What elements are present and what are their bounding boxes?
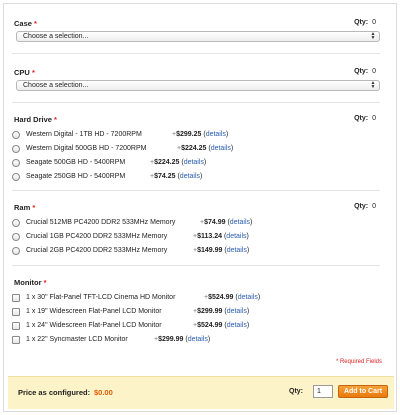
ram-option[interactable]: Crucial 512MB PC4200 DDR2 533MHz Memory … xyxy=(12,218,372,228)
monitor-title: Monitor * xyxy=(14,278,47,287)
radio-button[interactable] xyxy=(12,131,20,139)
monitor-option[interactable]: 1 x 24" Widescreen Flat-Panel LCD Monito… xyxy=(12,321,372,331)
monitor-section: Monitor * xyxy=(12,278,384,288)
radio-button[interactable] xyxy=(12,173,20,181)
details-link[interactable]: details xyxy=(227,308,247,315)
details-link[interactable]: details xyxy=(230,219,250,226)
radio-button[interactable] xyxy=(12,219,20,227)
checkbox[interactable] xyxy=(12,336,20,344)
hard-drive-option[interactable]: Seagate 250GB HD - 5400RPM +$74.25 (deta… xyxy=(12,172,372,182)
details-link[interactable]: details xyxy=(227,322,247,329)
divider xyxy=(12,102,380,103)
details-link[interactable]: details xyxy=(226,233,246,240)
case-title: Case * xyxy=(14,19,37,28)
case-select[interactable]: Choose a selection... ▲ ▼ xyxy=(16,31,380,42)
radio-button[interactable] xyxy=(12,247,20,255)
qty-input[interactable]: 1 xyxy=(313,385,333,398)
add-to-cart-bar: Price as configured: $0.00 Qty: 1 Add to… xyxy=(8,376,394,409)
monitor-option[interactable]: 1 x 22" Syncmaster LCD Monitor +$299.99 … xyxy=(12,335,372,345)
hard-drive-option[interactable]: Western Digital 500GB HD - 7200RPM +$224… xyxy=(12,144,372,154)
details-link[interactable]: details xyxy=(227,247,247,254)
radio-button[interactable] xyxy=(12,145,20,153)
details-link[interactable]: details xyxy=(211,145,231,152)
required-fields-note: * Required Fields xyxy=(335,359,382,365)
ram-qty: Qty: 0 xyxy=(354,203,376,210)
divider xyxy=(12,190,380,191)
cpu-qty: Qty: 0 xyxy=(354,68,376,75)
details-link[interactable]: details xyxy=(188,336,208,343)
ram-title: Ram * xyxy=(14,203,36,212)
radio-button[interactable] xyxy=(12,159,20,167)
hard-drive-option[interactable]: Seagate 500GB HD - 5400RPM +$224.25 (det… xyxy=(12,158,372,168)
divider xyxy=(12,53,380,54)
ram-section: Ram * Qty: 0 xyxy=(12,203,384,213)
monitor-option[interactable]: 1 x 30" Flat-Panel TFT-LCD Cinema HD Mon… xyxy=(12,293,372,303)
select-arrows-icon: ▲ ▼ xyxy=(370,31,376,41)
details-link[interactable]: details xyxy=(238,294,258,301)
hard-drive-title: Hard Drive * xyxy=(14,115,57,124)
select-arrows-icon: ▲ ▼ xyxy=(370,80,376,90)
checkbox[interactable] xyxy=(12,294,20,302)
hard-drive-qty: Qty: 0 xyxy=(354,115,376,122)
cpu-select[interactable]: Choose a selection... ▲ ▼ xyxy=(16,80,380,91)
configured-price: $0.00 xyxy=(94,388,113,397)
add-to-cart-button[interactable]: Add to Cart xyxy=(338,385,388,398)
case-qty: Qty: 0 xyxy=(354,19,376,26)
checkbox[interactable] xyxy=(12,322,20,330)
hard-drive-section: Hard Drive * Qty: 0 xyxy=(12,115,384,125)
ram-option[interactable]: Crucial 2GB PC4200 DDR2 533MHz Memory +$… xyxy=(12,246,372,256)
divider xyxy=(12,265,380,266)
details-link[interactable]: details xyxy=(184,159,204,166)
qty-label: Qty: xyxy=(289,388,303,395)
checkbox[interactable] xyxy=(12,308,20,316)
cpu-section: CPU * Qty: 0 Choose a selection... ▲ ▼ xyxy=(12,68,384,91)
cpu-title: CPU * xyxy=(14,68,35,77)
details-link[interactable]: details xyxy=(180,173,200,180)
radio-button[interactable] xyxy=(12,233,20,241)
product-configurator: Case * Qty: 0 Choose a selection... ▲ ▼ CP… xyxy=(3,3,397,412)
monitor-option[interactable]: 1 x 19" Widescreen Flat-Panel LCD Monito… xyxy=(12,307,372,317)
ram-option[interactable]: Crucial 1GB PC4200 DDR2 533MHz Memory +$… xyxy=(12,232,372,242)
hard-drive-option[interactable]: Western Digital - 1TB HD - 7200RPM +$299… xyxy=(12,130,372,140)
details-link[interactable]: details xyxy=(206,131,226,138)
case-section: Case * Qty: 0 Choose a selection... ▲ ▼ xyxy=(12,19,384,42)
price-as-configured-label: Price as configured: xyxy=(18,388,91,397)
